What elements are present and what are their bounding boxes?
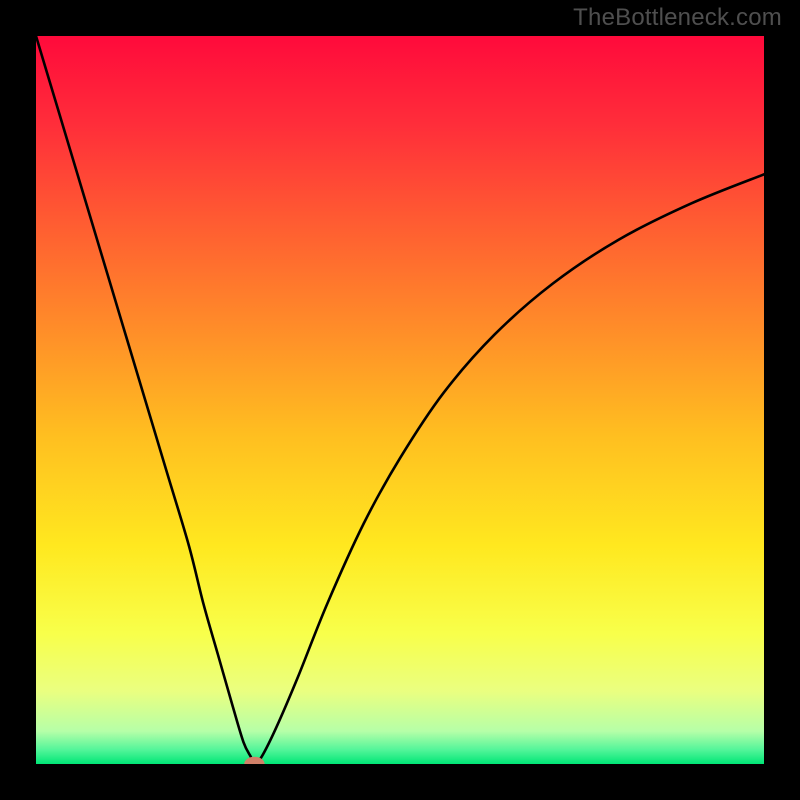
plot-area <box>36 36 764 764</box>
watermark-text: TheBottleneck.com <box>573 4 782 32</box>
chart-svg <box>36 36 764 764</box>
chart-frame: TheBottleneck.com <box>0 0 800 800</box>
